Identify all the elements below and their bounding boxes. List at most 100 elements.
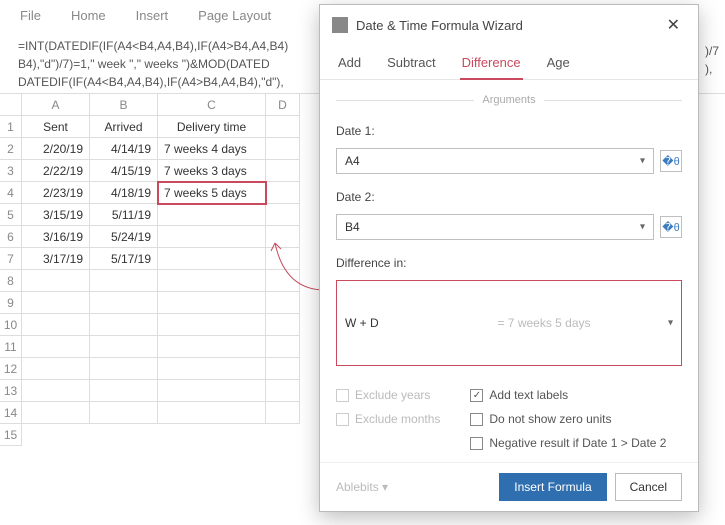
col-header-b[interactable]: B <box>90 94 158 116</box>
wizard-icon <box>332 17 348 33</box>
cell[interactable] <box>266 292 300 314</box>
cell[interactable] <box>158 358 266 380</box>
row-header[interactable]: 14 <box>0 402 22 424</box>
cell-selected[interactable]: 7 weeks 5 days <box>158 182 266 204</box>
cell[interactable] <box>266 270 300 292</box>
difference-in-input[interactable]: W + D = 7 weeks 5 days ▾ <box>336 280 682 366</box>
tab-home[interactable]: Home <box>71 8 106 23</box>
insert-formula-button[interactable]: Insert Formula <box>499 473 606 501</box>
cell[interactable] <box>158 248 266 270</box>
tab-age[interactable]: Age <box>545 49 572 79</box>
cell[interactable] <box>266 314 300 336</box>
cell[interactable] <box>266 204 300 226</box>
tab-page-layout[interactable]: Page Layout <box>198 8 271 23</box>
cell[interactable]: 5/11/19 <box>90 204 158 226</box>
cell[interactable] <box>90 358 158 380</box>
cell[interactable] <box>22 358 90 380</box>
tab-subtract[interactable]: Subtract <box>385 49 437 79</box>
cell[interactable] <box>266 402 300 424</box>
cell[interactable] <box>158 336 266 358</box>
cell[interactable] <box>22 402 90 424</box>
row-header[interactable]: 1 <box>0 116 22 138</box>
cell[interactable]: 4/14/19 <box>90 138 158 160</box>
cell[interactable]: 2/23/19 <box>22 182 90 204</box>
checkbox-negative-result[interactable]: Negative result if Date 1 > Date 2 <box>470 436 666 450</box>
checkbox-no-zero-units[interactable]: Do not show zero units <box>470 412 666 426</box>
cell[interactable] <box>158 314 266 336</box>
tab-insert[interactable]: Insert <box>136 8 169 23</box>
cell[interactable]: 5/17/19 <box>90 248 158 270</box>
row-header[interactable]: 9 <box>0 292 22 314</box>
checkbox-add-text-labels[interactable]: ✓Add text labels <box>470 388 666 402</box>
cell[interactable] <box>158 204 266 226</box>
cell[interactable] <box>90 380 158 402</box>
col-header-c[interactable]: C <box>158 94 266 116</box>
cell[interactable] <box>22 336 90 358</box>
cell[interactable] <box>22 380 90 402</box>
tab-file[interactable]: File <box>20 8 41 23</box>
row-header[interactable]: 7 <box>0 248 22 270</box>
cell[interactable]: 5/24/19 <box>90 226 158 248</box>
tab-add[interactable]: Add <box>336 49 363 79</box>
tab-difference[interactable]: Difference <box>460 49 523 80</box>
date2-range-picker[interactable]: �θ <box>660 216 682 238</box>
formula-overflow: )/7 ), <box>705 42 719 78</box>
cell[interactable]: Delivery time <box>158 116 266 138</box>
cell[interactable]: 2/22/19 <box>22 160 90 182</box>
cell[interactable] <box>158 292 266 314</box>
row-header[interactable]: 3 <box>0 160 22 182</box>
cell[interactable] <box>266 380 300 402</box>
cancel-button[interactable]: Cancel <box>615 473 682 501</box>
select-all-corner[interactable] <box>0 94 22 116</box>
cell[interactable]: Sent <box>22 116 90 138</box>
cell[interactable] <box>158 226 266 248</box>
cell[interactable] <box>266 358 300 380</box>
date1-range-picker[interactable]: �θ <box>660 150 682 172</box>
cell[interactable] <box>266 116 300 138</box>
cell[interactable] <box>266 248 300 270</box>
date1-input[interactable]: A4 ▾ <box>336 148 654 174</box>
cell[interactable] <box>266 138 300 160</box>
cell[interactable] <box>90 336 158 358</box>
row-header[interactable]: 5 <box>0 204 22 226</box>
cell[interactable] <box>90 270 158 292</box>
cell[interactable] <box>22 292 90 314</box>
row-header[interactable]: 10 <box>0 314 22 336</box>
cell[interactable]: 4/15/19 <box>90 160 158 182</box>
close-button[interactable]: ✕ <box>661 13 686 37</box>
row-header[interactable]: 11 <box>0 336 22 358</box>
row-header[interactable]: 4 <box>0 182 22 204</box>
cell[interactable] <box>266 226 300 248</box>
date-time-wizard-dialog: Date & Time Formula Wizard ✕ Add Subtrac… <box>319 4 699 512</box>
cell[interactable] <box>266 182 300 204</box>
cell[interactable]: 3/17/19 <box>22 248 90 270</box>
row-header[interactable]: 15 <box>0 424 22 446</box>
cell[interactable] <box>158 270 266 292</box>
row-header[interactable]: 12 <box>0 358 22 380</box>
row-header[interactable]: 13 <box>0 380 22 402</box>
cell[interactable] <box>90 292 158 314</box>
cell[interactable] <box>22 314 90 336</box>
row-header[interactable]: 6 <box>0 226 22 248</box>
cell[interactable] <box>266 160 300 182</box>
cell[interactable]: 7 weeks 3 days <box>158 160 266 182</box>
cell[interactable] <box>90 314 158 336</box>
cell[interactable]: 7 weeks 4 days <box>158 138 266 160</box>
row-header[interactable]: 8 <box>0 270 22 292</box>
cell[interactable] <box>266 336 300 358</box>
cell[interactable]: Arrived <box>90 116 158 138</box>
col-header-a[interactable]: A <box>22 94 90 116</box>
col-header-d[interactable]: D <box>266 94 300 116</box>
date2-value: B4 <box>345 220 360 234</box>
cell[interactable]: 3/15/19 <box>22 204 90 226</box>
cell[interactable] <box>158 402 266 424</box>
cell[interactable]: 3/16/19 <box>22 226 90 248</box>
cell[interactable] <box>22 270 90 292</box>
date2-input[interactable]: B4 ▾ <box>336 214 654 240</box>
cell[interactable]: 4/18/19 <box>90 182 158 204</box>
cell[interactable]: 2/20/19 <box>22 138 90 160</box>
dialog-tabs: Add Subtract Difference Age <box>320 45 698 80</box>
cell[interactable] <box>158 380 266 402</box>
cell[interactable] <box>90 402 158 424</box>
row-header[interactable]: 2 <box>0 138 22 160</box>
